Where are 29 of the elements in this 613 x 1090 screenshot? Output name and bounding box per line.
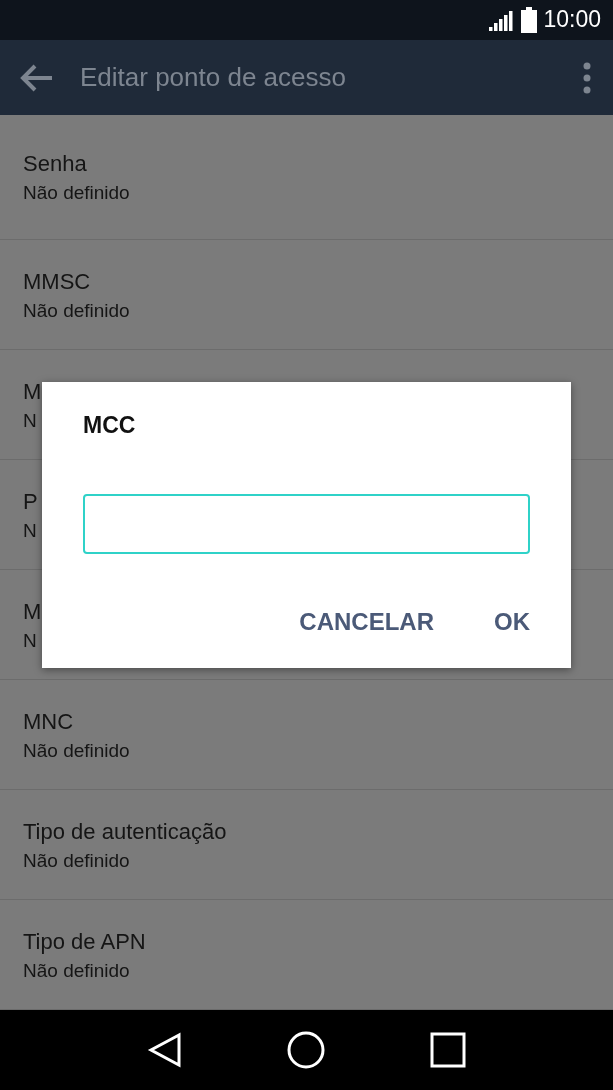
dialog-button[interactable]: OK — [474, 604, 550, 640]
back-icon[interactable] — [147, 1032, 184, 1069]
setting-summary: Não definido — [23, 181, 130, 206]
back-arrow-icon[interactable] — [20, 63, 54, 92]
setting-title: M — [23, 377, 42, 406]
setting-summary: Não definido — [23, 298, 130, 323]
setting-title: Tipo de APN — [23, 927, 146, 956]
recents-icon[interactable] — [429, 1032, 466, 1069]
setting-title: Senha — [23, 150, 87, 179]
more-options-icon[interactable] — [583, 61, 591, 94]
setting-summary: Não definido — [23, 848, 130, 873]
home-icon[interactable] — [287, 1031, 326, 1070]
setting-summary: N — [23, 628, 37, 653]
setting-summary: N — [23, 518, 37, 543]
setting-summary: N — [23, 408, 37, 433]
setting-title: Tipo de autenticação — [23, 817, 227, 846]
toolbar-title: Editar ponto de acesso — [80, 62, 347, 94]
input-field[interactable] — [83, 494, 530, 554]
status-time: 10:00 — [543, 6, 601, 34]
dialog-button[interactable]: CANCELAR — [279, 604, 454, 640]
signal-icon — [489, 8, 516, 31]
setting-title: MMSC — [23, 267, 91, 296]
battery-icon — [521, 6, 538, 33]
setting-title: MNC — [23, 707, 74, 736]
setting-title: P — [23, 487, 38, 516]
setting-summary: Não definido — [23, 958, 130, 983]
setting-title: M — [23, 597, 42, 626]
dialog-title: MCC — [83, 412, 136, 439]
setting-summary: Não definido — [23, 738, 130, 763]
